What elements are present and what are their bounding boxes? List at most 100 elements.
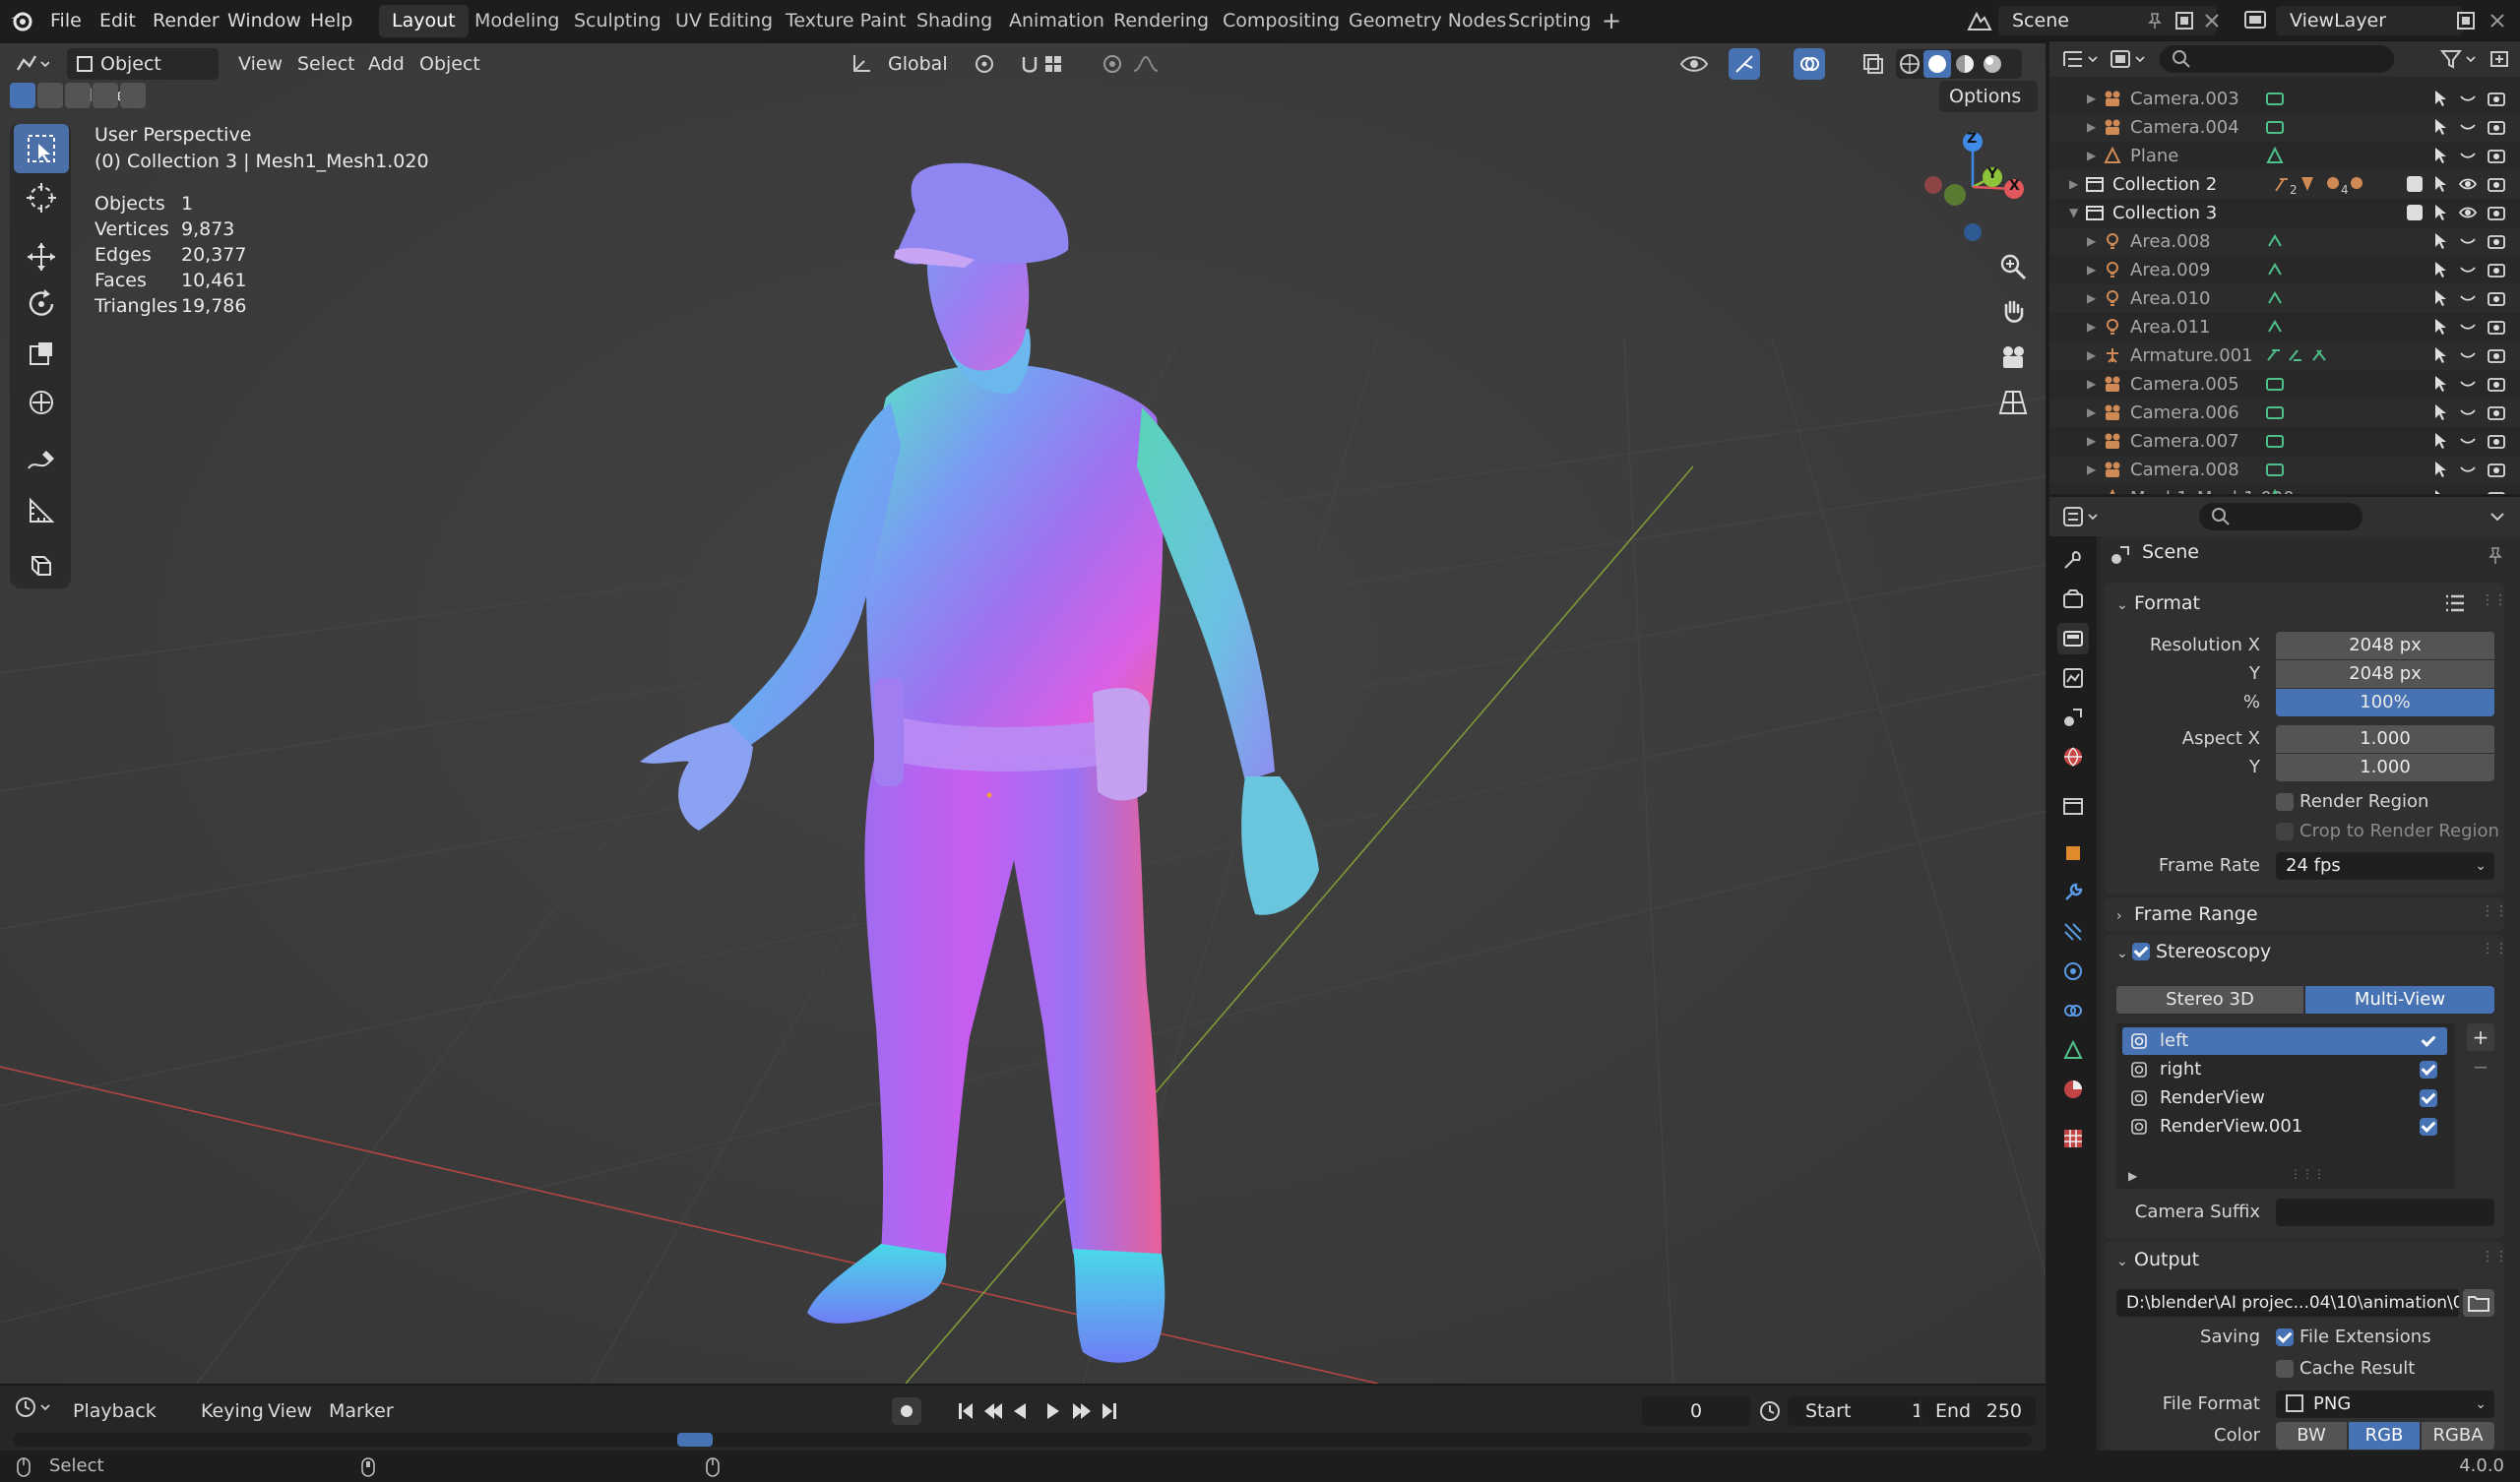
tab-layout[interactable]: Layout — [379, 5, 469, 37]
select-arrow-icon[interactable] — [2431, 146, 2449, 165]
resolution-percent-slider[interactable]: 100% — [2276, 689, 2494, 716]
tab-object[interactable] — [2057, 837, 2089, 869]
add-view-button[interactable]: + — [2467, 1023, 2494, 1051]
playhead[interactable] — [677, 1433, 713, 1447]
properties-search-input[interactable] — [2199, 503, 2362, 530]
editor-type-button[interactable] — [14, 49, 57, 79]
expand-toggle-icon[interactable]: ▶ — [2087, 256, 2096, 284]
eye-icon[interactable] — [2458, 288, 2478, 308]
tab-shading[interactable]: Shading — [904, 5, 1005, 37]
visibility-selectability-icon[interactable] — [1679, 51, 1723, 77]
file-extensions-checkbox[interactable] — [2276, 1328, 2294, 1346]
outliner-row-plane[interactable]: ▶ Plane — [2049, 142, 2520, 170]
view-row-right[interactable]: right — [2122, 1056, 2447, 1083]
outliner-editor-icon[interactable] — [2061, 47, 2101, 71]
pan-view-button[interactable] — [1992, 291, 2034, 333]
multi-view-toggle[interactable]: Multi-View — [2305, 986, 2494, 1014]
select-invert-icon[interactable] — [93, 83, 118, 108]
expand-toggle-icon[interactable]: ▶ — [2087, 313, 2096, 341]
select-arrow-icon[interactable] — [2431, 260, 2449, 279]
tool-cursor[interactable] — [14, 173, 69, 222]
expand-toggle-icon[interactable]: ▶ — [2087, 227, 2096, 256]
format-panel-header[interactable]: ⌄ Format — [2116, 588, 2200, 618]
tab-rendering[interactable]: Rendering — [1101, 5, 1222, 37]
expand-toggle-icon[interactable]: ▶ — [2087, 113, 2096, 142]
crop-region-checkbox[interactable] — [2276, 823, 2294, 840]
expand-toggle-icon[interactable]: ▶ — [2087, 484, 2096, 494]
outliner-row-collection-3[interactable]: ▼ Collection 3 — [2049, 199, 2520, 227]
options-button[interactable]: Options — [1939, 81, 2038, 112]
tool-add-cube[interactable] — [14, 539, 69, 588]
outliner-row-camera-007[interactable]: ▶ Camera.007 — [2049, 427, 2520, 456]
select-new-icon[interactable] — [10, 83, 35, 108]
eye-icon[interactable] — [2458, 260, 2478, 279]
overlays-toggle-icon[interactable] — [1794, 48, 1825, 80]
tab-animation[interactable]: Animation — [996, 5, 1117, 37]
navigation-gizmo[interactable]: Z Y X — [1912, 122, 2034, 252]
eye-icon[interactable] — [2458, 203, 2478, 222]
blender-logo-icon[interactable] — [8, 9, 33, 32]
camera-view-button[interactable] — [1992, 337, 2034, 378]
tab-uv-editing[interactable]: UV Editing — [662, 5, 786, 37]
filter-icon[interactable] — [2439, 47, 2479, 71]
menu-file[interactable]: File — [41, 6, 91, 35]
expand-toggle-icon[interactable]: ▶ — [2087, 85, 2096, 113]
tab-geometry-nodes[interactable]: Geometry Nodes — [1336, 5, 1519, 37]
tool-move[interactable] — [14, 232, 69, 281]
view-row-left[interactable]: left — [2122, 1027, 2447, 1055]
resolution-x-field[interactable]: 2048 px — [2276, 632, 2494, 659]
tab-material[interactable] — [2057, 1074, 2089, 1105]
frame-range-drag-handle[interactable]: ⋮⋮ — [2481, 903, 2508, 919]
view-enable-renderview-checkbox[interactable] — [2420, 1089, 2437, 1107]
timeline-scrubber[interactable] — [14, 1433, 2032, 1447]
timeline-menu-playback[interactable]: Playback — [65, 1395, 164, 1427]
eye-icon[interactable] — [2458, 146, 2478, 165]
tab-particles[interactable] — [2057, 916, 2089, 948]
remove-view-button[interactable]: − — [2467, 1053, 2494, 1081]
viewport-menu-object[interactable]: Object — [411, 48, 488, 80]
aspect-y-field[interactable]: 1.000 — [2276, 754, 2494, 781]
proportional-edit-icon[interactable] — [1101, 51, 1160, 77]
render-camera-icon[interactable] — [2487, 89, 2506, 108]
eye-icon[interactable] — [2458, 345, 2478, 365]
select-arrow-icon[interactable] — [2431, 203, 2449, 222]
format-presets-icon[interactable] — [2443, 592, 2467, 614]
tool-transform[interactable] — [14, 378, 69, 427]
perspective-toggle-button[interactable] — [1992, 382, 2034, 423]
format-drag-handle[interactable]: ⋮⋮ — [2481, 592, 2507, 608]
jump-start-icon[interactable] — [959, 1403, 973, 1419]
select-arrow-icon[interactable] — [2431, 231, 2449, 251]
expand-toggle-icon[interactable]: ▶ — [2087, 284, 2096, 313]
browse-folder-button[interactable] — [2463, 1289, 2494, 1317]
properties-options-icon[interactable] — [2487, 507, 2508, 526]
render-camera-icon[interactable] — [2487, 317, 2506, 337]
resolution-y-field[interactable]: 2048 px — [2276, 660, 2494, 688]
tab-texture[interactable] — [2057, 1123, 2089, 1154]
select-arrow-icon[interactable] — [2431, 460, 2449, 479]
play-reverse-icon[interactable] — [1014, 1403, 1026, 1419]
expand-toggle-icon[interactable]: ▶ — [2087, 341, 2096, 370]
outliner-row-area-011[interactable]: ▶ Area.011 — [2049, 313, 2520, 341]
tab-scripting[interactable]: Scripting — [1495, 5, 1605, 37]
auto-keying-button[interactable] — [892, 1397, 921, 1425]
outliner-row-armature-001[interactable]: ▶ Armature.001 — [2049, 341, 2520, 370]
select-arrow-icon[interactable] — [2431, 174, 2449, 194]
orientation-dropdown[interactable]: Global — [878, 48, 961, 80]
tab-view-layer[interactable] — [2057, 662, 2089, 694]
tab-render[interactable] — [2057, 584, 2089, 615]
outliner-row-camera-003[interactable]: ▶ Camera.003 — [2049, 85, 2520, 113]
viewport-menu-view[interactable]: View — [230, 48, 290, 80]
outliner-row-area-008[interactable]: ▶ Area.008 — [2049, 227, 2520, 256]
add-workspace-button[interactable]: + — [1589, 5, 1634, 37]
camera-suffix-input[interactable] — [2276, 1199, 2494, 1226]
aspect-x-field[interactable]: 1.000 — [2276, 725, 2494, 753]
zoom-view-button[interactable] — [1992, 246, 2034, 287]
scene-icon[interactable] — [1963, 8, 1996, 33]
outliner-row-area-009[interactable]: ▶ Area.009 — [2049, 256, 2520, 284]
outliner-row-camera-008[interactable]: ▶ Camera.008 — [2049, 456, 2520, 484]
eye-icon[interactable] — [2458, 174, 2478, 194]
stereoscopy-drag-handle[interactable]: ⋮⋮ — [2481, 941, 2508, 957]
outliner-row-camera-004[interactable]: ▶ Camera.004 — [2049, 113, 2520, 142]
delete-view-layer-icon[interactable] — [2487, 10, 2508, 31]
menu-help[interactable]: Help — [301, 6, 361, 35]
